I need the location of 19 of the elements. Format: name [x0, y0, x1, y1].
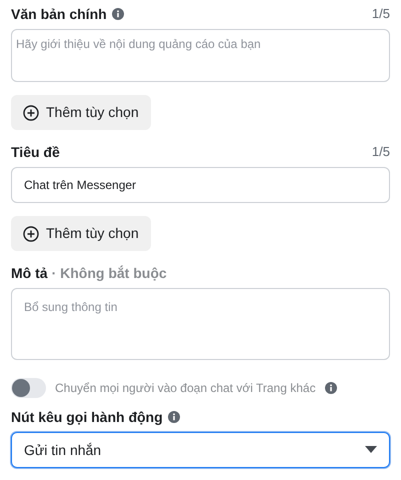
- character-counter: 1/5: [372, 5, 390, 24]
- field-label: Văn bản chính: [11, 4, 107, 24]
- text-area[interactable]: Bổ sung thông tin: [11, 288, 390, 360]
- info-icon[interactable]: [168, 411, 180, 423]
- add-option-button[interactable]: Thêm tùy chọn: [11, 95, 151, 130]
- field-label: Tiêu đề: [11, 142, 60, 162]
- field-label: Mô tả: [11, 264, 48, 282]
- plus-circle-icon: [23, 226, 39, 242]
- caret-icon: [365, 446, 377, 454]
- field-label: Nút kêu gọi hành động: [11, 408, 163, 427]
- text-area[interactable]: Hãy giới thiệu về nội dung quảng cáo của bạn: [11, 29, 390, 82]
- character-counter: 1/5: [372, 143, 390, 162]
- input-field[interactable]: Chat trên Messenger: [11, 167, 390, 203]
- optional-note: · Không bắt buộc: [52, 264, 167, 283]
- toggle-label: Chuyển mọi người vào đoạn chat với Trang khác: [55, 380, 316, 397]
- plus-circle-icon: [23, 104, 39, 120]
- info-icon[interactable]: [112, 8, 124, 20]
- add-option-button[interactable]: Thêm tùy chọn: [11, 216, 151, 251]
- dropdown[interactable]: Gửi tin nhắn: [11, 432, 390, 468]
